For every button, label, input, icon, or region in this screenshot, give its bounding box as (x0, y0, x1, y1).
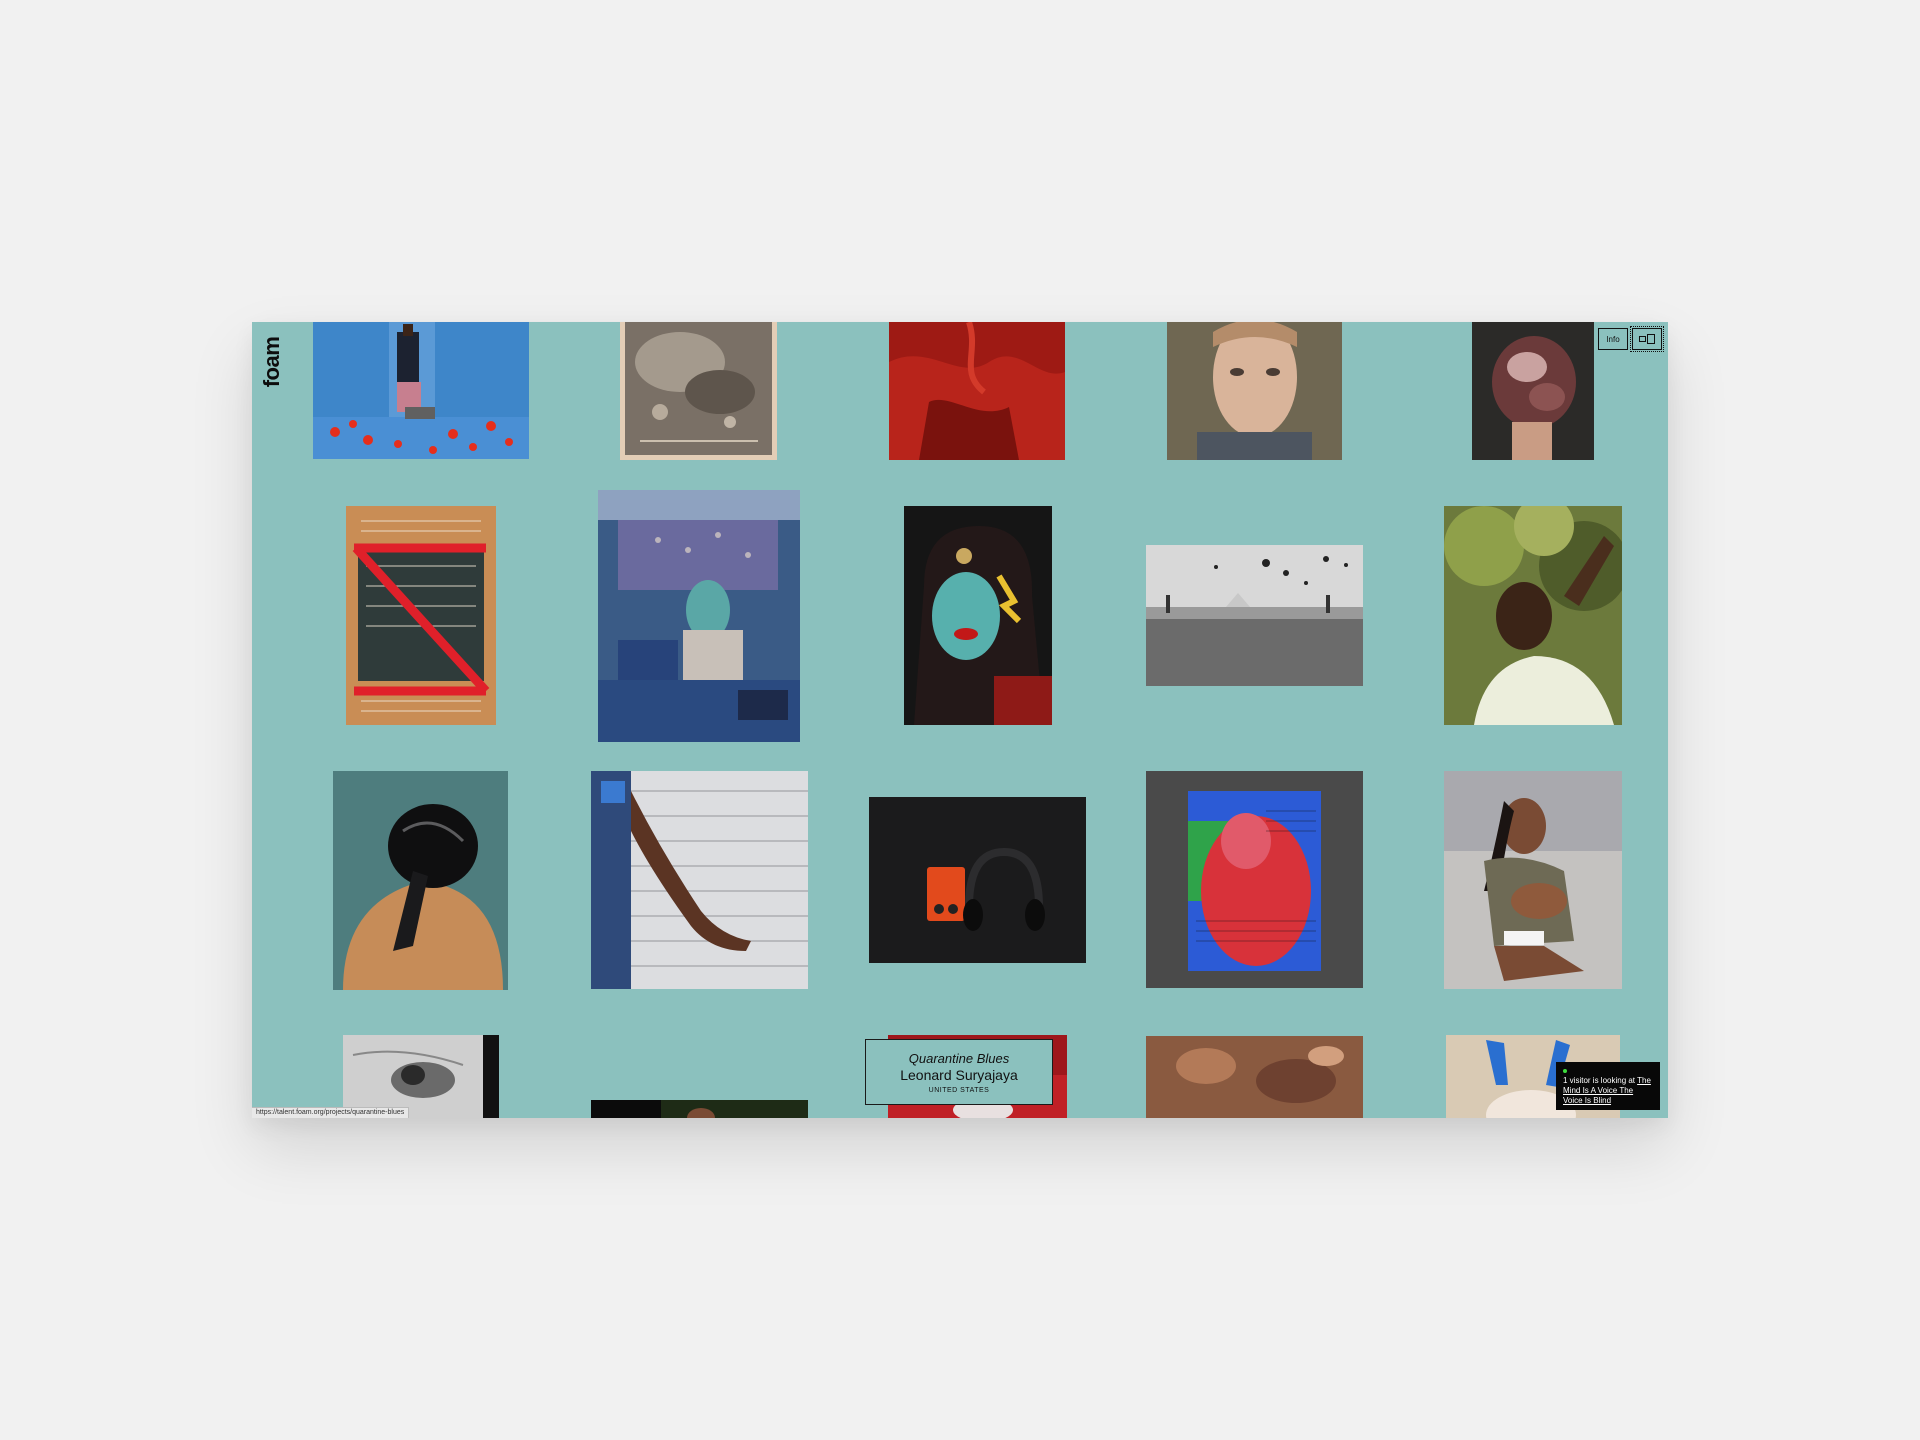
photo-crumpled-paper-hand[interactable] (1472, 322, 1594, 460)
photo-red-drapery[interactable] (889, 322, 1065, 460)
foam-talent-window: foam Info Quarantine Blues Leonard Surya… (252, 322, 1668, 1118)
info-button[interactable]: Info (1598, 328, 1628, 350)
visitor-notice: 1 visitor is looking at The Mind Is A Vo… (1556, 1062, 1660, 1110)
photo-sepia-print[interactable] (620, 322, 777, 460)
photo-man-trees-hand[interactable] (1444, 506, 1622, 725)
photo-bw-landscape-birds[interactable] (1146, 545, 1363, 686)
photo-orange-device-headphones[interactable] (869, 797, 1086, 963)
status-url-bar: https://talent.foam.org/projects/quarant… (252, 1107, 410, 1118)
project-artist: Leonard Suryajaya (900, 1067, 1018, 1083)
split-view-icon (1639, 334, 1655, 344)
view-toggle-button[interactable] (1630, 326, 1664, 352)
photo-glitch-red-figure[interactable] (1146, 771, 1363, 988)
project-hover-card[interactable]: Quarantine Blues Leonard Suryajaya UNITE… (865, 1039, 1053, 1105)
foam-logo[interactable]: foam (258, 330, 286, 394)
project-title: Quarantine Blues (908, 1051, 1010, 1066)
photo-teal-face-woman[interactable] (904, 506, 1052, 725)
visitor-text: 1 visitor is looking at (1563, 1076, 1638, 1085)
top-controls: Info (1598, 326, 1664, 352)
photo-woman-child-sofa[interactable] (1444, 771, 1622, 989)
photo-durag-back[interactable] (333, 771, 508, 990)
photo-dark-foliage[interactable] (591, 1100, 808, 1118)
photo-blue-room-mask[interactable] (598, 490, 800, 742)
photo-brown-texture[interactable] (1146, 1036, 1363, 1118)
photo-portrait-young-man[interactable] (1167, 322, 1342, 460)
photo-man-suit-tomatoes[interactable] (313, 322, 529, 459)
photo-chalkboard-red-tape[interactable] (346, 506, 496, 725)
project-country: UNITED STATES (928, 1087, 990, 1094)
photo-arm-shutter[interactable] (591, 771, 808, 989)
live-dot-icon (1563, 1069, 1567, 1073)
photo-bw-man-lying[interactable] (343, 1035, 499, 1118)
